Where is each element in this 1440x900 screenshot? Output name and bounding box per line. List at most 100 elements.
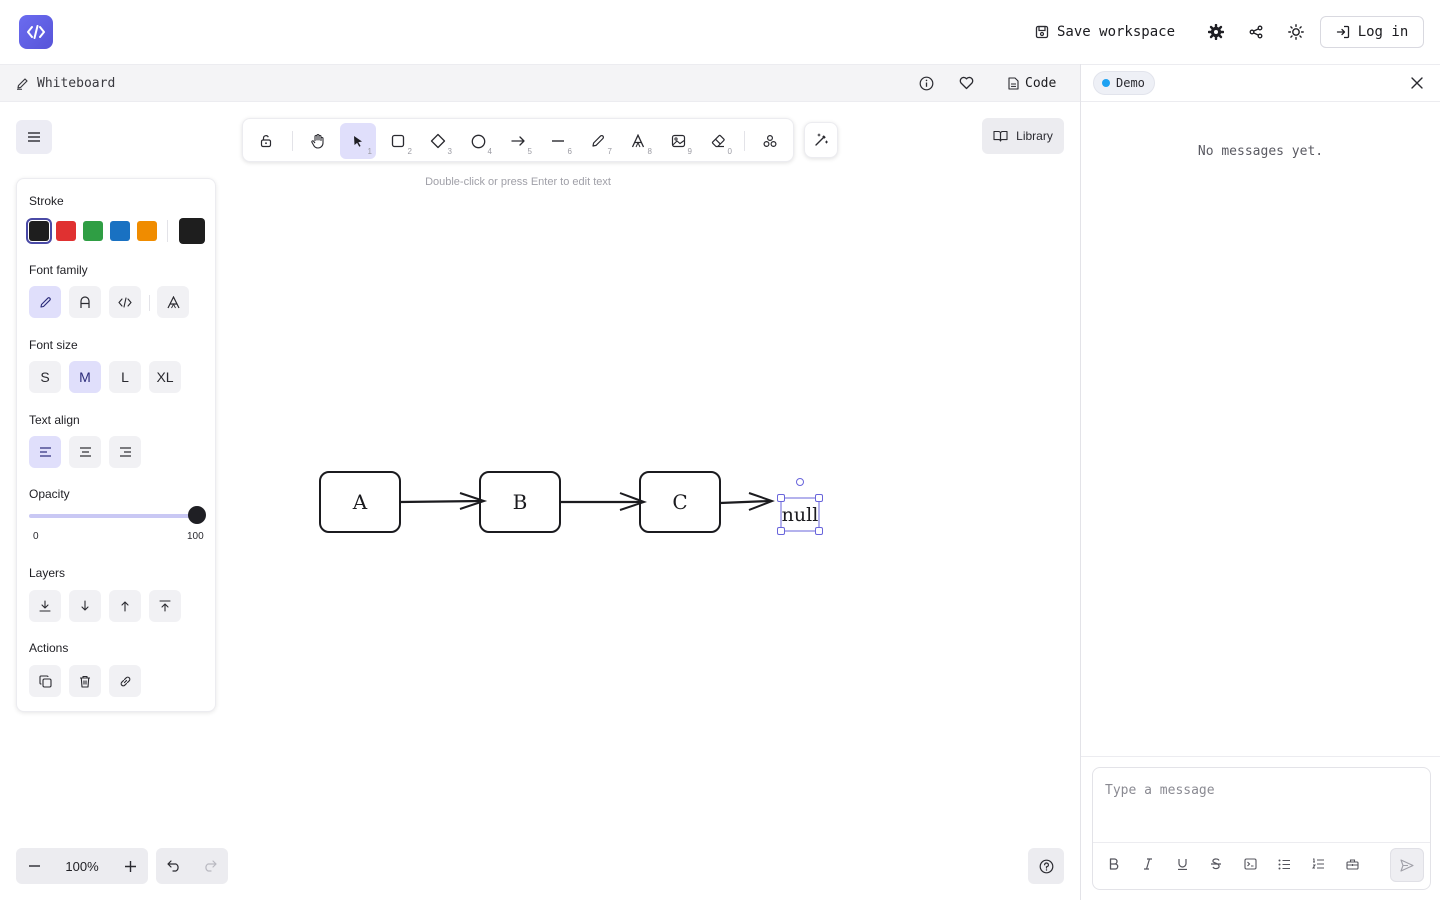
bring-forward-button[interactable] [109,590,141,622]
tool-key: 1 [367,147,372,156]
help-button[interactable] [1028,848,1064,884]
bold-button[interactable] [1102,852,1126,876]
stroke-swatch-orange[interactable] [137,221,157,241]
font-size-s-button[interactable]: S [29,361,61,393]
font-size-m-button[interactable]: M [69,361,101,393]
cursor-icon [354,136,362,147]
resize-handle[interactable] [777,494,785,502]
whiteboard-canvas[interactable]: 1 2 3 4 5 6 7 8 9 0 Double-click or pres… [0,102,1080,900]
redo-button[interactable] [192,848,228,884]
tool-image[interactable]: 9 [660,123,696,159]
strikethrough-button[interactable] [1204,852,1228,876]
app-logo[interactable] [19,15,53,49]
node-a-label: A [352,490,368,514]
align-right-button[interactable] [109,436,141,468]
font-normal-button[interactable] [69,286,101,318]
send-icon [1400,858,1414,872]
settings-button[interactable] [1200,16,1232,48]
resize-handle[interactable] [815,494,823,502]
send-to-back-button[interactable] [29,590,61,622]
tool-hand[interactable] [300,123,336,159]
bullet-list-icon [1278,859,1290,869]
stroke-swatch-green[interactable] [83,221,103,241]
font-hand-drawn-button[interactable] [29,286,61,318]
main-menu-button[interactable] [16,120,52,154]
stroke-swatch-blue[interactable] [110,221,130,241]
tool-eraser[interactable]: 0 [700,123,736,159]
stroke-label: Stroke [29,194,64,208]
demo-badge-label: Demo [1116,76,1145,90]
attach-button[interactable] [1340,852,1364,876]
stroke-swatch-black[interactable] [26,218,52,244]
tool-key: 4 [487,147,492,156]
font-divider [149,295,150,311]
undo-button[interactable] [156,848,192,884]
current-stroke-color[interactable] [179,218,205,244]
bold-icon [1109,858,1119,870]
tool-more-shapes[interactable] [752,123,788,159]
null-text[interactable]: null [782,504,819,526]
code-block-button[interactable] [1238,852,1262,876]
close-chat-button[interactable] [1401,67,1433,99]
magic-wand-button[interactable] [804,122,838,158]
code-button[interactable]: Code [1008,67,1056,99]
font-size-l-button[interactable]: L [109,361,141,393]
tool-draw[interactable]: 7 [580,123,616,159]
info-button[interactable] [910,67,942,99]
message-input[interactable]: Type a message [1105,783,1215,798]
file-icon [1008,76,1019,90]
favorite-button[interactable] [950,67,982,99]
library-button[interactable]: Library [982,118,1064,154]
send-backward-button[interactable] [69,590,101,622]
toolbox-icon [1345,859,1359,870]
tool-text[interactable]: 8 [620,123,656,159]
opacity-slider-track[interactable] [29,514,197,518]
font-more-button[interactable] [157,286,189,318]
underline-button[interactable] [1170,852,1194,876]
bring-to-front-icon [159,600,171,612]
numbered-list-button[interactable] [1306,852,1330,876]
arrow-c-null[interactable] [719,499,771,505]
resize-handle[interactable] [777,527,785,535]
gear-icon [1208,24,1224,40]
arrow-icon [510,136,525,146]
link-button[interactable] [109,665,141,697]
info-icon [919,76,933,90]
save-workspace-button[interactable]: Save workspace [1035,16,1175,48]
login-button[interactable]: Log in [1320,16,1424,48]
resize-handle[interactable] [815,527,823,535]
share-button[interactable] [1240,16,1272,48]
tool-line[interactable]: 6 [540,123,576,159]
history-controls [156,848,228,884]
tool-diamond[interactable]: 3 [420,123,456,159]
zoom-level[interactable]: 100% [52,859,112,874]
arrow-a-b[interactable] [399,499,483,504]
opacity-slider-thumb[interactable] [188,506,206,524]
tool-rectangle[interactable]: 2 [380,123,416,159]
font-size-xl-button[interactable]: XL [149,361,181,393]
zoom-in-button[interactable] [112,848,148,884]
bullet-list-button[interactable] [1272,852,1296,876]
tool-lock[interactable] [248,123,284,159]
italic-button[interactable] [1136,852,1160,876]
help-icon [1039,859,1053,873]
align-center-button[interactable] [69,436,101,468]
tool-ellipse[interactable]: 4 [460,123,496,159]
send-button[interactable] [1390,848,1424,882]
sun-icon [1288,24,1304,40]
linked-list-drawing[interactable]: A B C null [300,462,860,552]
delete-button[interactable] [69,665,101,697]
duplicate-button[interactable] [29,665,61,697]
tool-selection[interactable]: 1 [340,123,376,159]
bring-to-front-button[interactable] [149,590,181,622]
image-icon [671,134,685,148]
align-left-button[interactable] [29,436,61,468]
stroke-swatch-red[interactable] [56,221,76,241]
demo-badge[interactable]: Demo [1093,71,1155,95]
theme-toggle-button[interactable] [1280,16,1312,48]
zoom-out-button[interactable] [16,848,52,884]
tool-key: 9 [687,147,692,156]
tool-arrow[interactable]: 5 [500,123,536,159]
font-code-button[interactable] [109,286,141,318]
rotate-handle[interactable] [796,478,804,486]
